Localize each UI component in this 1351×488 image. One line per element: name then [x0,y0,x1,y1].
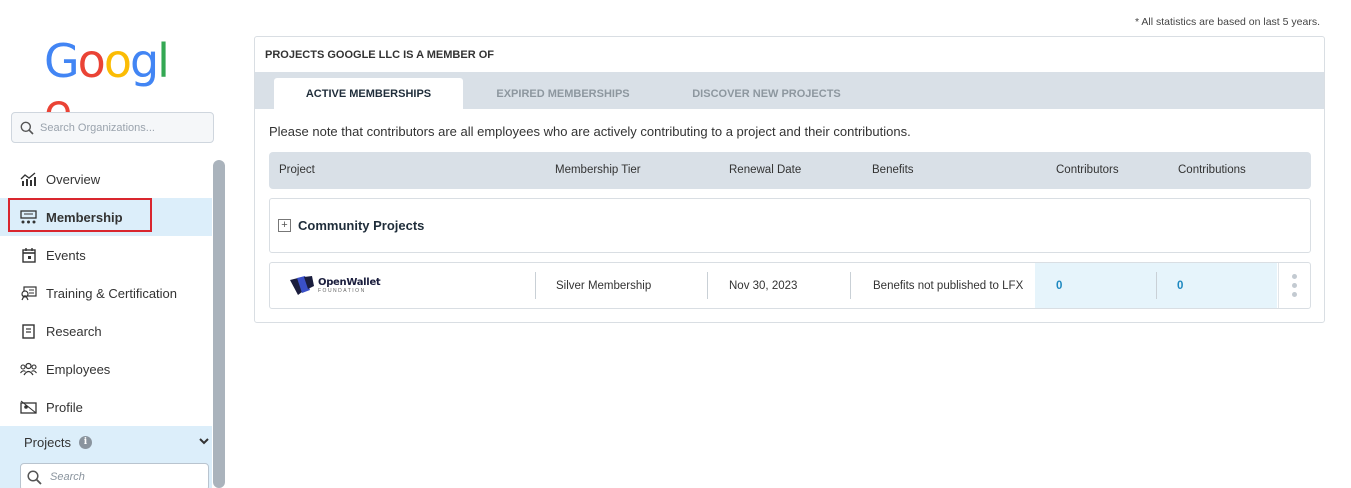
search-placeholder: Search [50,471,85,483]
community-projects-group[interactable]: + Community Projects [269,198,1311,253]
column-divider [1156,272,1157,299]
expand-icon[interactable]: + [278,219,291,232]
calendar-icon [20,247,37,264]
tab-expired-memberships[interactable]: EXPIRED MEMBERSHIPS [479,78,647,109]
sidebar-item-events[interactable]: Events [0,236,212,274]
contributors-count: 0 [1056,279,1063,292]
info-icon[interactable]: i [78,435,92,449]
projects-label: Projects [24,434,71,450]
projects-section: Projects i Search [0,426,212,488]
renewal-cell: Nov 30, 2023 [729,279,798,292]
search-icon [27,469,42,485]
column-header-renewal[interactable]: Renewal Date [729,164,801,176]
sidebar-item-profile[interactable]: Profile [0,388,212,426]
contributions-count: 0 [1177,279,1184,292]
column-header-tier[interactable]: Membership Tier [555,164,641,176]
memberships-panel: PROJECTS GOOGLE LLC IS A MEMBER OF ACTIV… [254,36,1325,323]
sidebar-item-label: Overview [46,171,101,187]
statistics-note: * All statistics are based on last 5 yea… [1134,16,1320,28]
column-header-contributors[interactable]: Contributors [1056,164,1119,176]
benefits-cell: Benefits not published to LFX [873,279,1024,292]
sidebar-scrollbar[interactable] [213,160,225,488]
book-icon [20,323,37,340]
project-logo-sub: FOUNDATION [318,287,366,294]
sidebar-item-membership[interactable]: Membership [0,198,212,236]
people-icon [20,361,37,378]
group-label: Community Projects [298,218,425,233]
sidebar-item-research[interactable]: Research [0,312,212,350]
chevron-down-icon[interactable] [198,435,210,447]
panel-title: PROJECTS GOOGLE LLC IS A MEMBER OF [265,48,494,61]
contributions-cell[interactable]: 0 [1177,263,1183,308]
column-divider [707,272,708,299]
sidebar: Google Search Organizations... Overview … [0,0,226,488]
table-row[interactable]: OpenWallet FOUNDATION Silver Membership … [269,262,1311,309]
tab-discover-new-projects[interactable]: DISCOVER NEW PROJECTS [680,78,853,109]
search-icon [20,121,34,135]
sidebar-nav: Overview Membership Events Training & Ce… [0,160,212,426]
projects-toggle[interactable]: Projects i [0,426,212,458]
sidebar-item-employees[interactable]: Employees [0,350,212,388]
sidebar-item-label: Research [46,323,102,339]
profile-icon [20,399,37,416]
sidebar-item-training[interactable]: Training & Certification [0,274,212,312]
column-divider [850,272,851,299]
tier-cell: Silver Membership [556,279,652,292]
google-logo: Google [44,34,170,138]
membership-tabs: ACTIVE MEMBERSHIPS EXPIRED MEMBERSHIPS D… [255,72,1324,109]
sidebar-item-label: Training & Certification [46,285,178,301]
column-divider [535,272,536,299]
contributors-note: Please note that contributors are all em… [269,124,911,139]
sidebar-item-label: Profile [46,399,83,415]
sidebar-item-label: Employees [46,361,111,377]
project-search-input[interactable]: Search [20,463,209,488]
certificate-icon [20,285,37,302]
search-placeholder: Search Organizations... [40,121,155,134]
column-header-project[interactable]: Project [279,164,315,176]
contributors-cell[interactable]: 0 [1056,263,1062,308]
chart-icon [20,171,37,188]
column-header-benefits[interactable]: Benefits [872,164,914,176]
openwallet-logo: OpenWallet FOUNDATION [290,275,381,296]
sidebar-item-overview[interactable]: Overview [0,160,212,198]
row-actions-menu-icon[interactable] [1278,263,1310,308]
table-header: Project Membership Tier Renewal Date Ben… [269,152,1311,189]
openwallet-logo-icon [290,275,314,295]
sidebar-item-label: Membership [46,209,123,225]
project-cell[interactable]: OpenWallet FOUNDATION [290,263,530,308]
membership-icon [20,209,37,226]
project-logo-name: OpenWallet [318,276,381,288]
column-header-contributions[interactable]: Contributions [1178,164,1246,176]
tab-active-memberships[interactable]: ACTIVE MEMBERSHIPS [274,78,463,109]
organization-search-input[interactable]: Search Organizations... [11,112,214,143]
sidebar-item-label: Events [46,247,86,263]
